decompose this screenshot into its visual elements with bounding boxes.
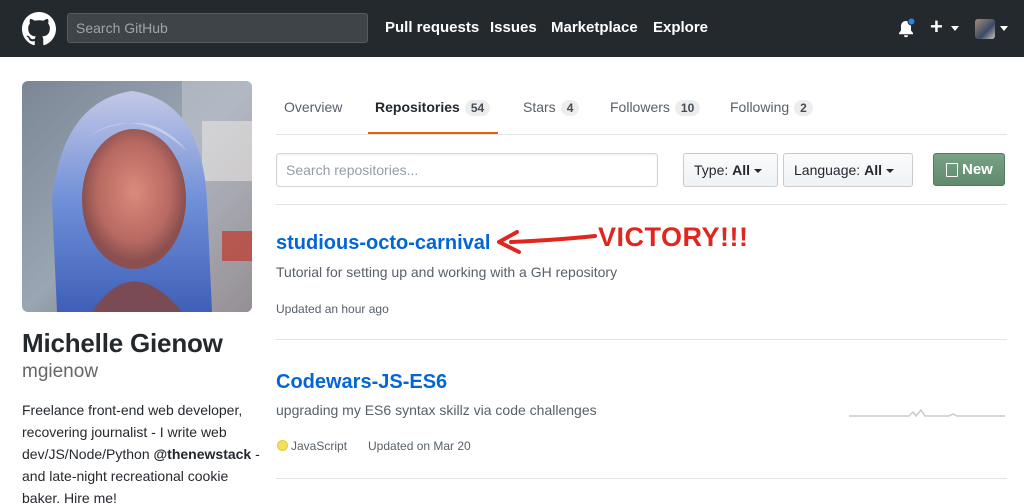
repo-search-input[interactable]: Search repositories... bbox=[276, 153, 658, 187]
repo-language: JavaScript bbox=[291, 439, 348, 453]
nav-pull-requests[interactable]: Pull requests bbox=[385, 19, 479, 36]
profile-username: mgienow bbox=[22, 361, 99, 382]
repo-description: Tutorial for setting up and working with… bbox=[276, 264, 618, 280]
repo-description: upgrading my ES6 syntax skillz via code … bbox=[276, 402, 597, 418]
type-filter-button[interactable]: Type: All bbox=[683, 153, 778, 187]
tab-followers[interactable]: Followers 10 bbox=[610, 99, 701, 116]
tab-label: Overview bbox=[284, 99, 343, 115]
new-repo-button[interactable]: New bbox=[933, 153, 1005, 186]
tab-label: Followers bbox=[610, 99, 670, 115]
profile-avatar bbox=[22, 81, 252, 312]
repo-book-icon bbox=[946, 163, 958, 177]
bell-icon[interactable] bbox=[896, 18, 916, 40]
type-filter-value: All bbox=[732, 162, 751, 178]
followers-counter: 10 bbox=[674, 100, 701, 116]
chevron-down-icon bbox=[885, 169, 894, 173]
victory-annotation: VICTORY!!! bbox=[598, 222, 749, 252]
tab-following[interactable]: Following 2 bbox=[730, 99, 813, 116]
chevron-down-icon bbox=[1000, 26, 1008, 31]
tab-repositories[interactable]: Repositories 54 bbox=[375, 99, 491, 116]
header: Search GitHub Pull requests Issues Marke… bbox=[0, 0, 1024, 57]
nav-explore[interactable]: Explore bbox=[653, 19, 708, 36]
stars-counter: 4 bbox=[560, 100, 580, 116]
github-logo-icon[interactable] bbox=[22, 12, 56, 46]
language-filter-button[interactable]: Language: All bbox=[783, 153, 913, 187]
bio-org-link[interactable]: @thenewstack bbox=[154, 446, 252, 462]
global-search-input[interactable]: Search GitHub bbox=[67, 13, 368, 43]
repo-link[interactable]: studious-octo-carnival bbox=[276, 232, 490, 255]
repo-updated: Updated an hour ago bbox=[276, 302, 389, 316]
list-divider bbox=[276, 204, 1007, 205]
repositories-counter: 54 bbox=[464, 100, 491, 116]
language-filter-label: Language: bbox=[794, 162, 861, 178]
tab-overview[interactable]: Overview bbox=[284, 99, 342, 115]
user-avatar[interactable] bbox=[975, 19, 995, 39]
list-divider bbox=[276, 339, 1007, 340]
profile-fullname: Michelle Gienow bbox=[22, 328, 223, 358]
tab-stars[interactable]: Stars 4 bbox=[523, 99, 580, 116]
language-color-dot bbox=[277, 440, 288, 451]
new-repo-label: New bbox=[962, 161, 993, 178]
tab-label: Following bbox=[730, 99, 790, 115]
chevron-down-icon bbox=[754, 169, 763, 173]
repo-updated: Updated on Mar 20 bbox=[368, 439, 471, 453]
chevron-down-icon bbox=[951, 26, 959, 31]
profile-bio: Freelance front-end web developer, recov… bbox=[22, 399, 262, 504]
language-filter-value: All bbox=[864, 162, 882, 178]
nav-marketplace[interactable]: Marketplace bbox=[551, 19, 638, 36]
type-filter-label: Type: bbox=[694, 162, 729, 178]
repo-link[interactable]: Codewars-JS-ES6 bbox=[276, 371, 447, 394]
annotation-arrow bbox=[497, 230, 597, 254]
plus-icon[interactable]: + bbox=[930, 14, 943, 40]
tab-divider bbox=[276, 134, 1007, 135]
following-counter: 2 bbox=[794, 100, 813, 116]
tab-label: Repositories bbox=[375, 99, 460, 115]
list-divider bbox=[276, 478, 1007, 479]
activity-sparkline bbox=[849, 408, 1005, 418]
nav-issues[interactable]: Issues bbox=[490, 19, 537, 36]
tab-label: Stars bbox=[523, 99, 556, 115]
